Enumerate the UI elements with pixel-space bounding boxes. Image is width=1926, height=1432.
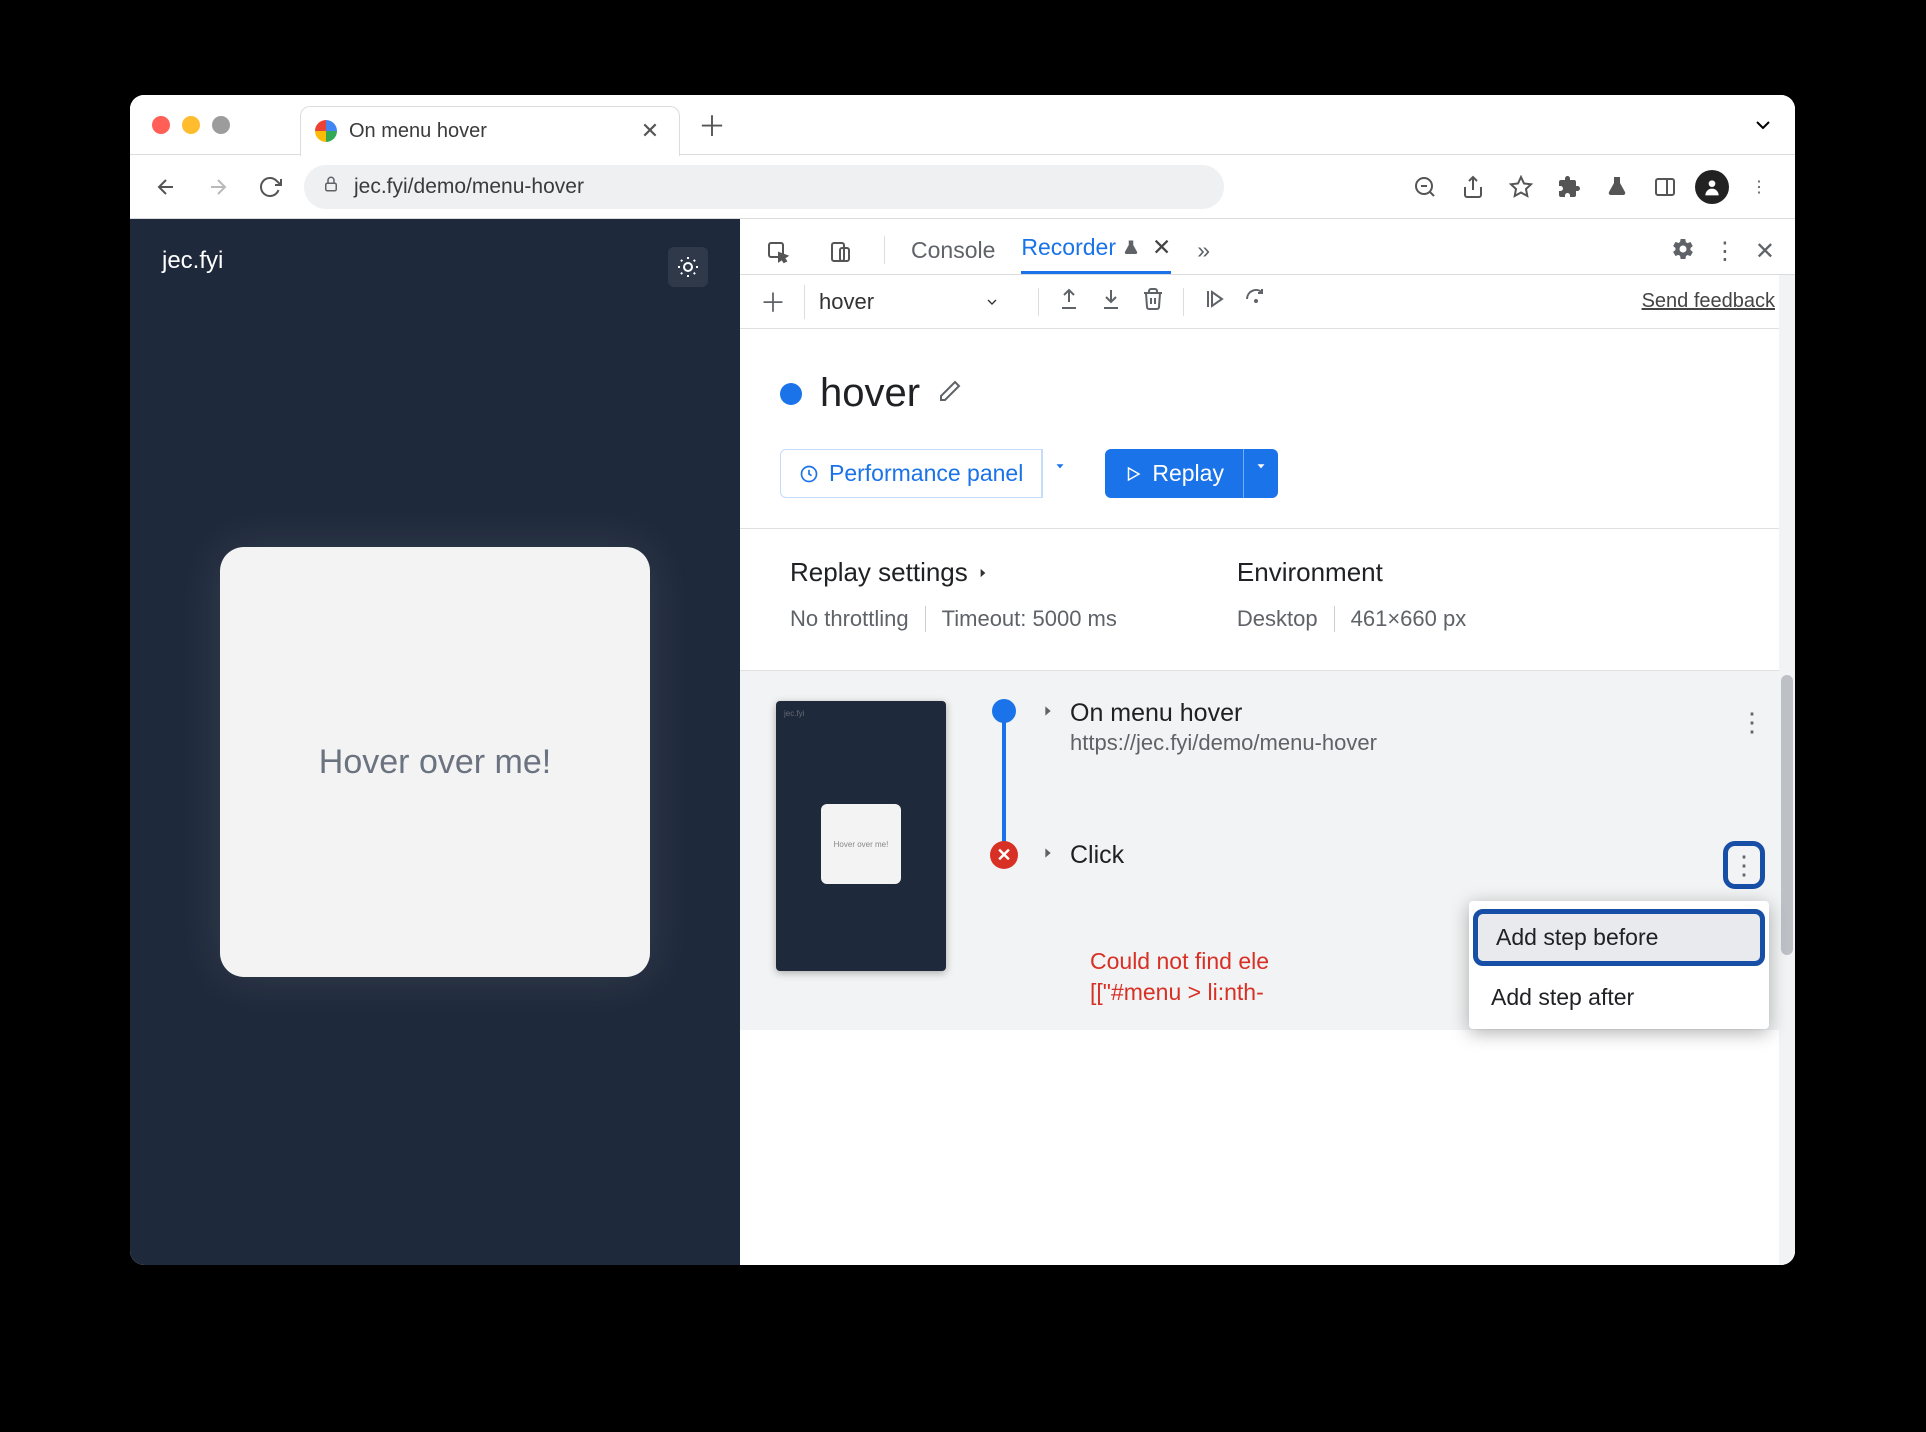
recording-title: hover <box>820 371 920 416</box>
step-node-error: ✕ <box>990 841 1018 869</box>
step-1-url: https://jec.fyi/demo/menu-hover <box>1070 730 1377 756</box>
maximize-window-icon[interactable] <box>212 116 230 134</box>
viewport-value: 461×660 px <box>1351 606 1467 632</box>
browser-menu-icon[interactable]: ⋮ <box>1741 169 1777 205</box>
replay-settings-header[interactable]: Replay settings <box>790 557 1117 588</box>
zoom-out-icon[interactable] <box>1407 169 1443 205</box>
timeline-line <box>1002 709 1006 849</box>
recording-header: hover <box>740 329 1795 441</box>
step-2-menu-icon[interactable]: ⋮ <box>1723 841 1765 889</box>
share-icon[interactable] <box>1455 169 1491 205</box>
browser-tab[interactable]: On menu hover ✕ <box>300 106 680 156</box>
devtools-menu-icon[interactable]: ⋮ <box>1713 237 1737 266</box>
devtools: Console Recorder ✕ » ⋮ ✕ ＋ hover <box>740 219 1795 1265</box>
replay-dropdown[interactable] <box>1243 449 1278 498</box>
close-window-icon[interactable] <box>152 116 170 134</box>
side-panel-icon[interactable] <box>1647 169 1683 205</box>
device-toolbar-icon[interactable] <box>822 238 858 274</box>
more-tabs-icon[interactable]: » <box>1197 237 1210 274</box>
step-2[interactable]: Click <box>1040 841 1124 870</box>
recording-status-icon <box>780 383 802 405</box>
titlebar: On menu hover ✕ ＋ <box>130 95 1795 155</box>
replay-button[interactable]: Replay <box>1105 449 1243 498</box>
delete-icon[interactable] <box>1141 287 1165 317</box>
address-bar[interactable]: jec.fyi/demo/menu-hover <box>304 165 1224 209</box>
tab-recorder[interactable]: Recorder ✕ <box>1021 234 1171 274</box>
browser-window: On menu hover ✕ ＋ jec.fyi/demo/menu-hove… <box>130 95 1795 1265</box>
performance-panel-dropdown[interactable] <box>1042 449 1077 498</box>
throttle-value: No throttling <box>790 606 909 632</box>
bookmark-icon[interactable] <box>1503 169 1539 205</box>
new-recording-button[interactable]: ＋ <box>760 283 786 320</box>
tab-title: On menu hover <box>349 120 623 143</box>
context-menu: Add step before Add step after <box>1469 901 1769 1029</box>
thumbnail-card: Hover over me! <box>821 804 901 884</box>
slow-replay-icon[interactable] <box>1244 287 1268 317</box>
theme-toggle-button[interactable] <box>668 247 708 287</box>
toolbar: jec.fyi/demo/menu-hover ⋮ <box>130 155 1795 219</box>
step-1-title: On menu hover <box>1070 699 1377 728</box>
step-1-menu-icon[interactable]: ⋮ <box>1739 707 1765 738</box>
hover-card[interactable]: Hover over me! <box>220 547 650 977</box>
favicon-icon <box>315 120 337 142</box>
lock-icon <box>322 175 340 199</box>
recorder-body: hover Performance panel <box>740 329 1795 1265</box>
chevron-right-icon <box>1040 703 1056 724</box>
tab-console[interactable]: Console <box>911 237 995 274</box>
settings-panel: Replay settings No throttling Timeout: 5… <box>740 528 1795 670</box>
performance-panel-button[interactable]: Performance panel <box>780 449 1042 498</box>
error-message: Could not find ele [["#menu > li:nth- <box>1090 946 1269 1008</box>
import-icon[interactable] <box>1099 287 1123 317</box>
chevron-right-icon <box>1040 845 1056 866</box>
close-tab-icon[interactable]: ✕ <box>1152 234 1171 261</box>
export-icon[interactable] <box>1057 287 1081 317</box>
send-feedback-link[interactable]: Send feedback <box>1642 290 1775 313</box>
timeout-value: Timeout: 5000 ms <box>942 606 1117 632</box>
action-buttons: Performance panel Replay <box>740 441 1795 528</box>
forward-button[interactable] <box>200 169 236 205</box>
step-thumbnail: jec.fyi Hover over me! <box>776 701 946 971</box>
extensions-icon[interactable] <box>1551 169 1587 205</box>
site-title: jec.fyi <box>162 247 223 287</box>
step-node-1 <box>992 699 1016 723</box>
labs-icon[interactable] <box>1599 169 1635 205</box>
scrollbar-thumb[interactable] <box>1781 675 1793 955</box>
webpage: jec.fyi Hover over me! <box>130 219 740 1265</box>
traffic-lights <box>130 116 230 134</box>
new-tab-button[interactable]: ＋ <box>698 105 726 145</box>
steps-list: jec.fyi Hover over me! ✕ On menu hover <box>740 670 1795 1030</box>
tab-close-icon[interactable]: ✕ <box>635 118 665 144</box>
step-2-title: Click <box>1070 841 1124 870</box>
tabs-overflow-button[interactable] <box>1751 113 1775 142</box>
profile-avatar[interactable] <box>1695 170 1729 204</box>
step-through-icon[interactable] <box>1202 287 1226 317</box>
content: jec.fyi Hover over me! Console <box>130 219 1795 1265</box>
devtools-tabs: Console Recorder ✕ » ⋮ ✕ <box>740 219 1795 275</box>
hover-card-text: Hover over me! <box>319 743 551 782</box>
menu-add-step-after[interactable]: Add step after <box>1469 970 1769 1025</box>
minimize-window-icon[interactable] <box>182 116 200 134</box>
scrollbar[interactable] <box>1779 275 1795 1265</box>
devtools-close-icon[interactable]: ✕ <box>1755 237 1775 266</box>
inspect-element-icon[interactable] <box>760 238 796 274</box>
menu-add-step-before[interactable]: Add step before <box>1473 909 1765 966</box>
step-1[interactable]: On menu hover https://jec.fyi/demo/menu-… <box>1040 699 1377 756</box>
edit-title-icon[interactable] <box>938 379 962 408</box>
recording-select[interactable]: hover <box>804 285 1014 319</box>
back-button[interactable] <box>148 169 184 205</box>
device-value: Desktop <box>1237 606 1318 632</box>
environment-header: Environment <box>1237 557 1466 588</box>
settings-icon[interactable] <box>1671 237 1695 266</box>
recorder-toolbar: ＋ hover Send feedback <box>740 275 1795 329</box>
reload-button[interactable] <box>252 169 288 205</box>
url-text: jec.fyi/demo/menu-hover <box>354 175 584 199</box>
